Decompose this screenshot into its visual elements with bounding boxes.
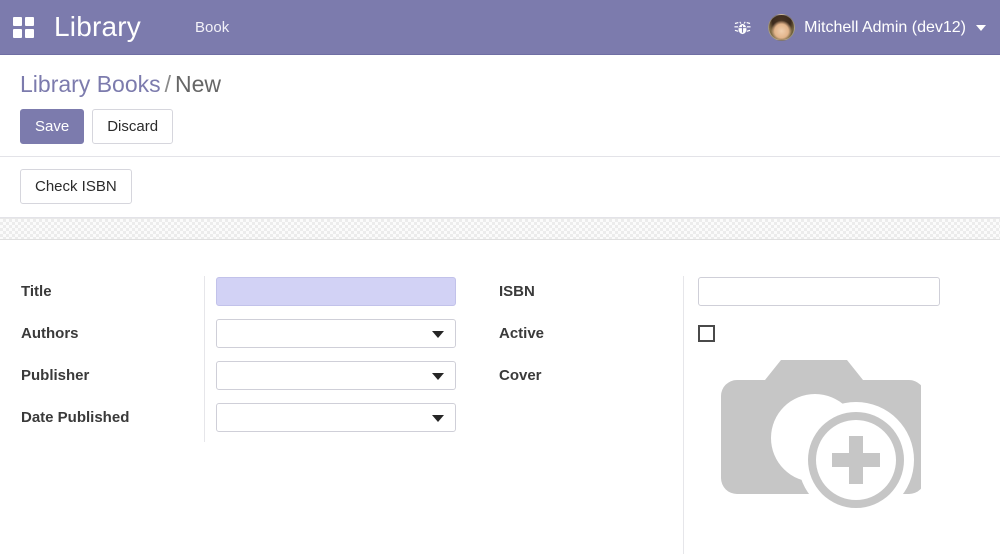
save-button[interactable]: Save (20, 109, 85, 144)
authors-select-box[interactable] (216, 318, 456, 348)
sheet-top-band (0, 218, 1000, 240)
field-authors: Authors (21, 312, 480, 354)
field-title: Title (21, 270, 480, 312)
camera-add-icon (721, 360, 925, 518)
user-menu-label: Mitchell Admin (dev12) (804, 18, 966, 36)
authors-select[interactable] (216, 318, 456, 348)
brand-title[interactable]: Library (54, 11, 141, 43)
menu-item-book[interactable]: Book (185, 13, 239, 42)
field-label-date-published: Date Published (21, 408, 130, 426)
breadcrumb-parent-link[interactable]: Library Books (20, 71, 161, 97)
breadcrumb: Library Books / New (0, 69, 1000, 99)
publisher-select[interactable] (216, 360, 456, 390)
control-panel: Library Books / New Save Discard (0, 55, 1000, 157)
active-checkbox[interactable] (698, 324, 715, 342)
top-navbar: Library Book Mitchell Admin (dev12) (0, 0, 1000, 55)
breadcrumb-separator: / (164, 71, 172, 97)
record-actions: Save Discard (0, 99, 1000, 156)
discard-button[interactable]: Discard (92, 109, 174, 144)
form-column-left: Title Authors Publisher Date Published (0, 270, 480, 442)
title-input[interactable] (216, 276, 456, 306)
field-active: Active (499, 312, 1000, 354)
publisher-select-box[interactable] (216, 360, 456, 390)
date-published-select[interactable] (216, 402, 456, 432)
field-publisher: Publisher (21, 354, 480, 396)
breadcrumb-current: New (175, 71, 222, 97)
form-sheet: Title Authors Publisher Date Published I… (0, 240, 1000, 554)
form-statusbar: Check ISBN (0, 157, 1000, 218)
isbn-input[interactable] (698, 276, 940, 306)
column-divider-right (683, 276, 684, 554)
bug-icon[interactable] (730, 16, 754, 40)
cover-image-upload[interactable] (715, 350, 925, 518)
column-divider-left (204, 276, 205, 442)
field-isbn: ISBN (499, 270, 1000, 312)
field-label-publisher: Publisher (21, 366, 90, 384)
field-label-authors: Authors (21, 324, 79, 342)
field-label-active: Active (499, 324, 545, 342)
check-isbn-button[interactable]: Check ISBN (20, 169, 132, 204)
field-label-isbn: ISBN (499, 282, 535, 300)
chevron-down-icon (976, 24, 986, 31)
navbar-right: Mitchell Admin (dev12) (730, 0, 986, 55)
date-published-select-box[interactable] (216, 402, 456, 432)
field-date-published: Date Published (21, 396, 480, 438)
field-label-cover: Cover (499, 366, 542, 384)
field-label-title: Title (21, 282, 52, 300)
apps-grid-icon (12, 16, 34, 38)
apps-menu-button[interactable] (0, 0, 46, 55)
user-menu[interactable]: Mitchell Admin (dev12) (768, 14, 986, 41)
user-avatar (768, 14, 796, 41)
